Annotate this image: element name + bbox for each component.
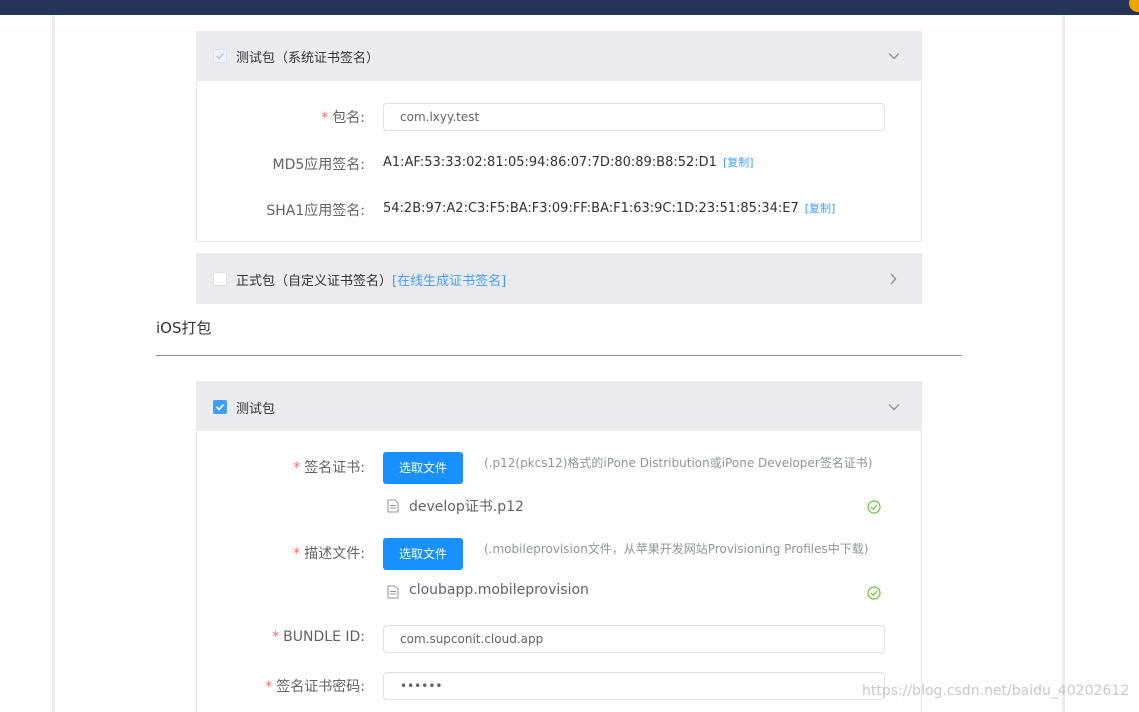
md5-signature-row: A1:AF:53:33:02:81:05:94:86:07:7D:80:89:B… bbox=[383, 154, 754, 170]
certificate-file-name: develop证书.p12 bbox=[409, 499, 524, 515]
document-icon bbox=[387, 585, 399, 599]
chevron-down-icon[interactable] bbox=[888, 402, 900, 412]
check-circle-icon bbox=[867, 500, 881, 514]
content-border-right bbox=[1062, 15, 1065, 712]
ios-test-panel-title: 测试包 bbox=[236, 402, 276, 417]
android-test-panel-body: * 包名: com.lxyy.test MD5应用签名: A1:AF:53:33:… bbox=[196, 81, 922, 242]
certificate-password-label: * 签名证书密码: bbox=[265, 679, 365, 695]
package-name-input[interactable]: com.lxyy.test bbox=[383, 103, 885, 131]
ios-test-checkbox[interactable] bbox=[213, 400, 227, 414]
check-icon bbox=[215, 52, 225, 60]
android-test-panel-title: 测试包（系统证书签名） bbox=[236, 51, 380, 66]
android-test-panel-header[interactable]: 测试包（系统证书签名） bbox=[196, 31, 922, 81]
watermark: https://blog.csdn.net/baidu_40202612 bbox=[862, 683, 1130, 699]
copy-md5-link[interactable]: [复制] bbox=[723, 156, 754, 169]
select-certificate-button[interactable]: 选取文件 bbox=[383, 452, 463, 484]
ios-section-title: iOS打包 bbox=[156, 319, 212, 337]
chevron-right-icon[interactable] bbox=[889, 273, 897, 285]
select-profile-button[interactable]: 选取文件 bbox=[383, 538, 463, 570]
sha1-signature-row: 54:2B:97:A2:C3:F5:BA:F3:09:FF:BA:F1:63:9… bbox=[383, 200, 835, 216]
profile-hint: (.mobileprovision文件，从苹果开发网站Provisioning … bbox=[484, 542, 869, 556]
package-name-label: * 包名: bbox=[321, 110, 365, 126]
bundle-id-input[interactable]: com.supconit.cloud.app bbox=[383, 625, 885, 653]
certificate-password-input[interactable]: •••••• bbox=[383, 672, 885, 700]
ios-test-panel-body: * 签名证书: 选取文件 (.p12(pkcs12)格式的iPone Distri… bbox=[196, 431, 922, 712]
certificate-hint: (.p12(pkcs12)格式的iPone Distribution或iPone… bbox=[484, 456, 873, 470]
certificate-file-item[interactable]: develop证书.p12 bbox=[387, 496, 881, 518]
provision-profile-label: * 描述文件: bbox=[293, 546, 365, 562]
generate-certificate-link[interactable]: [在线生成证书签名] bbox=[392, 274, 506, 289]
check-icon bbox=[215, 403, 225, 411]
copy-sha1-link[interactable]: [复制] bbox=[805, 202, 836, 215]
profile-file-item[interactable]: cloubapp.mobileprovision bbox=[387, 582, 881, 604]
android-release-panel-title: 正式包（自定义证书签名）[在线生成证书签名] bbox=[236, 274, 507, 289]
sha1-signature-label: SHA1应用签名: bbox=[266, 203, 365, 219]
user-avatar[interactable] bbox=[1129, 0, 1139, 12]
top-navigation-bar bbox=[0, 0, 1139, 15]
android-test-checkbox bbox=[213, 49, 227, 63]
profile-file-name: cloubapp.mobileprovision bbox=[409, 582, 589, 598]
android-release-checkbox[interactable] bbox=[213, 272, 227, 286]
android-release-panel-header[interactable]: 正式包（自定义证书签名）[在线生成证书签名] bbox=[196, 253, 922, 304]
md5-signature-value: A1:AF:53:33:02:81:05:94:86:07:7D:80:89:B… bbox=[383, 155, 717, 170]
document-icon bbox=[387, 499, 399, 513]
signing-certificate-label: * 签名证书: bbox=[293, 460, 365, 476]
sha1-signature-value: 54:2B:97:A2:C3:F5:BA:F3:09:FF:BA:F1:63:9… bbox=[383, 201, 799, 216]
check-circle-icon bbox=[867, 586, 881, 600]
bundle-id-label: * BUNDLE ID: bbox=[272, 629, 365, 645]
ios-test-panel-header[interactable]: 测试包 bbox=[196, 381, 922, 431]
chevron-down-icon[interactable] bbox=[888, 51, 900, 61]
md5-signature-label: MD5应用签名: bbox=[272, 157, 365, 173]
content-border-left bbox=[52, 15, 55, 712]
section-divider bbox=[156, 355, 962, 356]
